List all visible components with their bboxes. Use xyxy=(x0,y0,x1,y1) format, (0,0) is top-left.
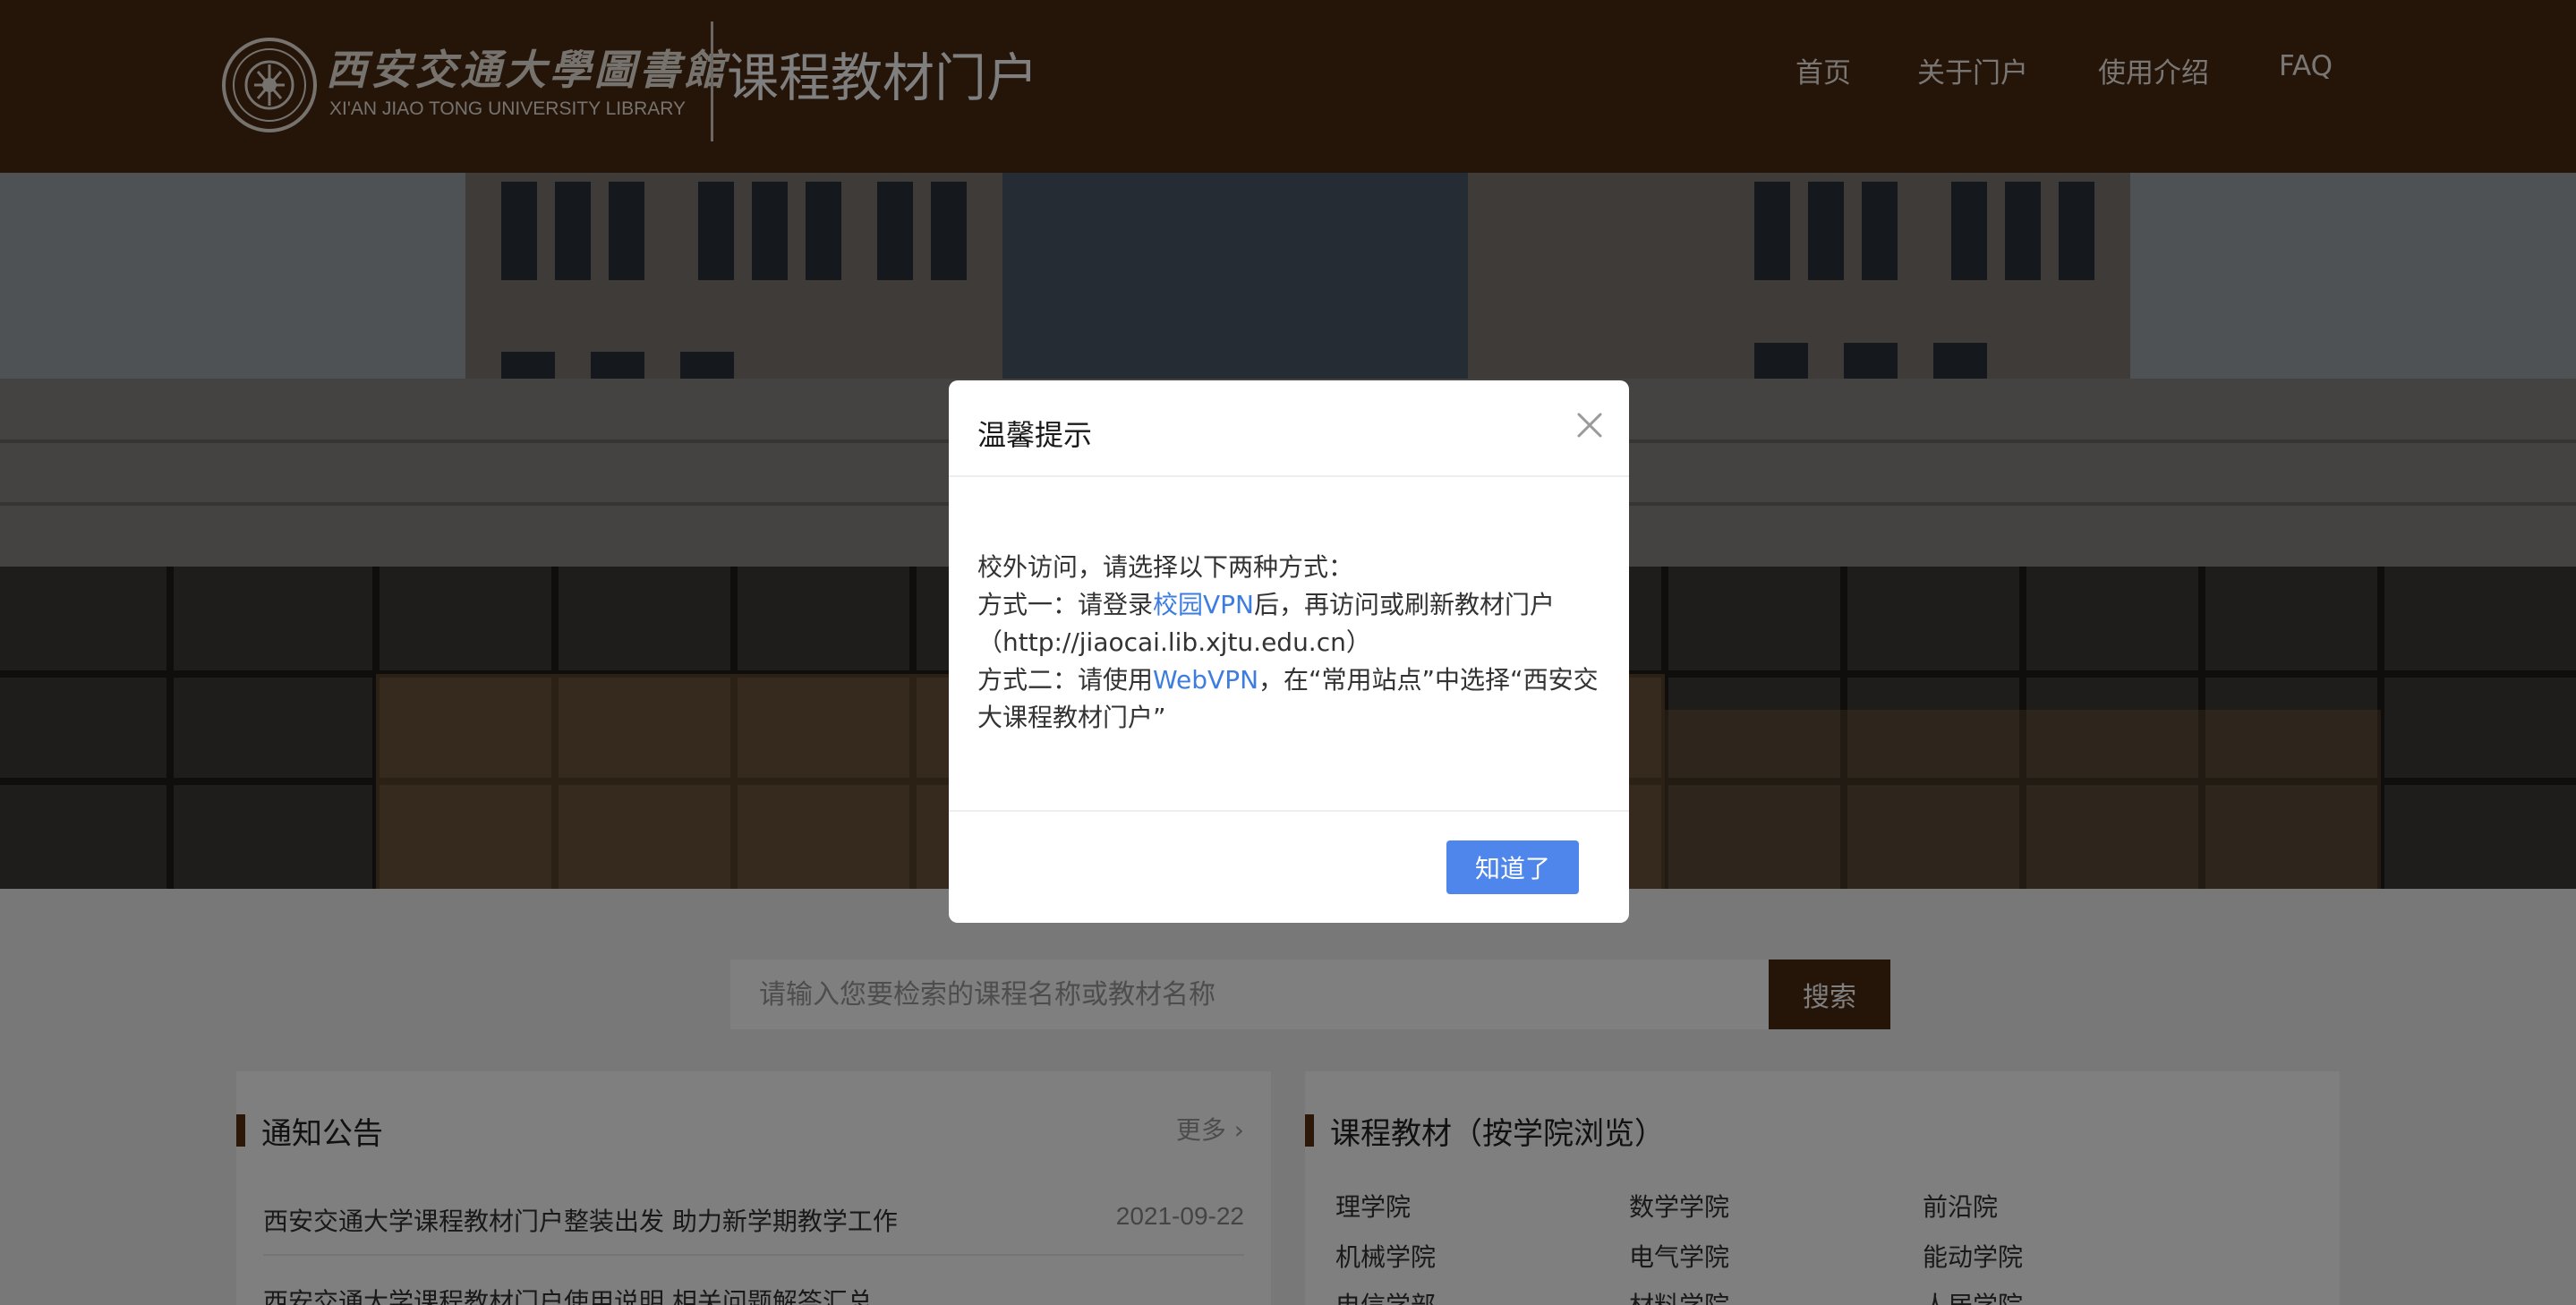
dialog-method-2-continued: 大课程教材门户” xyxy=(977,703,1166,732)
method-2-prefix: 方式二：请使用 xyxy=(977,665,1154,695)
dialog-footer: 知道了 xyxy=(949,810,1629,923)
webvpn-link[interactable]: WebVPN xyxy=(1153,665,1258,695)
close-icon[interactable] xyxy=(1568,404,1611,447)
dialog-header: 温馨提示 xyxy=(949,380,1629,477)
campus-vpn-link[interactable]: 校园VPN xyxy=(1153,590,1254,619)
dialog-body: 校外访问，请选择以下两种方式： 方式一：请登录校园VPN后，再访问或刷新教材门户… xyxy=(977,549,1604,737)
method-2-suffix: ，在“常用站点”中选择“西安交 xyxy=(1258,665,1599,695)
notice-dialog: 温馨提示 校外访问，请选择以下两种方式： 方式一：请登录校园VPN后，再访问或刷… xyxy=(949,380,1629,923)
method-1-suffix: 后，再访问或刷新教材门户 xyxy=(1254,590,1556,619)
dialog-method-2: 方式二：请使用WebVPN，在“常用站点”中选择“西安交 xyxy=(977,661,1604,699)
dialog-intro: 校外访问，请选择以下两种方式： xyxy=(977,552,1354,582)
dialog-method-1: 方式一：请登录校园VPN后，再访问或刷新教材门户 xyxy=(977,586,1604,624)
acknowledge-button[interactable]: 知道了 xyxy=(1446,840,1579,894)
dialog-method-1-url: （http://jiaocai.lib.xjtu.edu.cn） xyxy=(977,627,1371,657)
method-1-prefix: 方式一：请登录 xyxy=(977,590,1154,619)
dialog-title: 温馨提示 xyxy=(977,418,1093,452)
